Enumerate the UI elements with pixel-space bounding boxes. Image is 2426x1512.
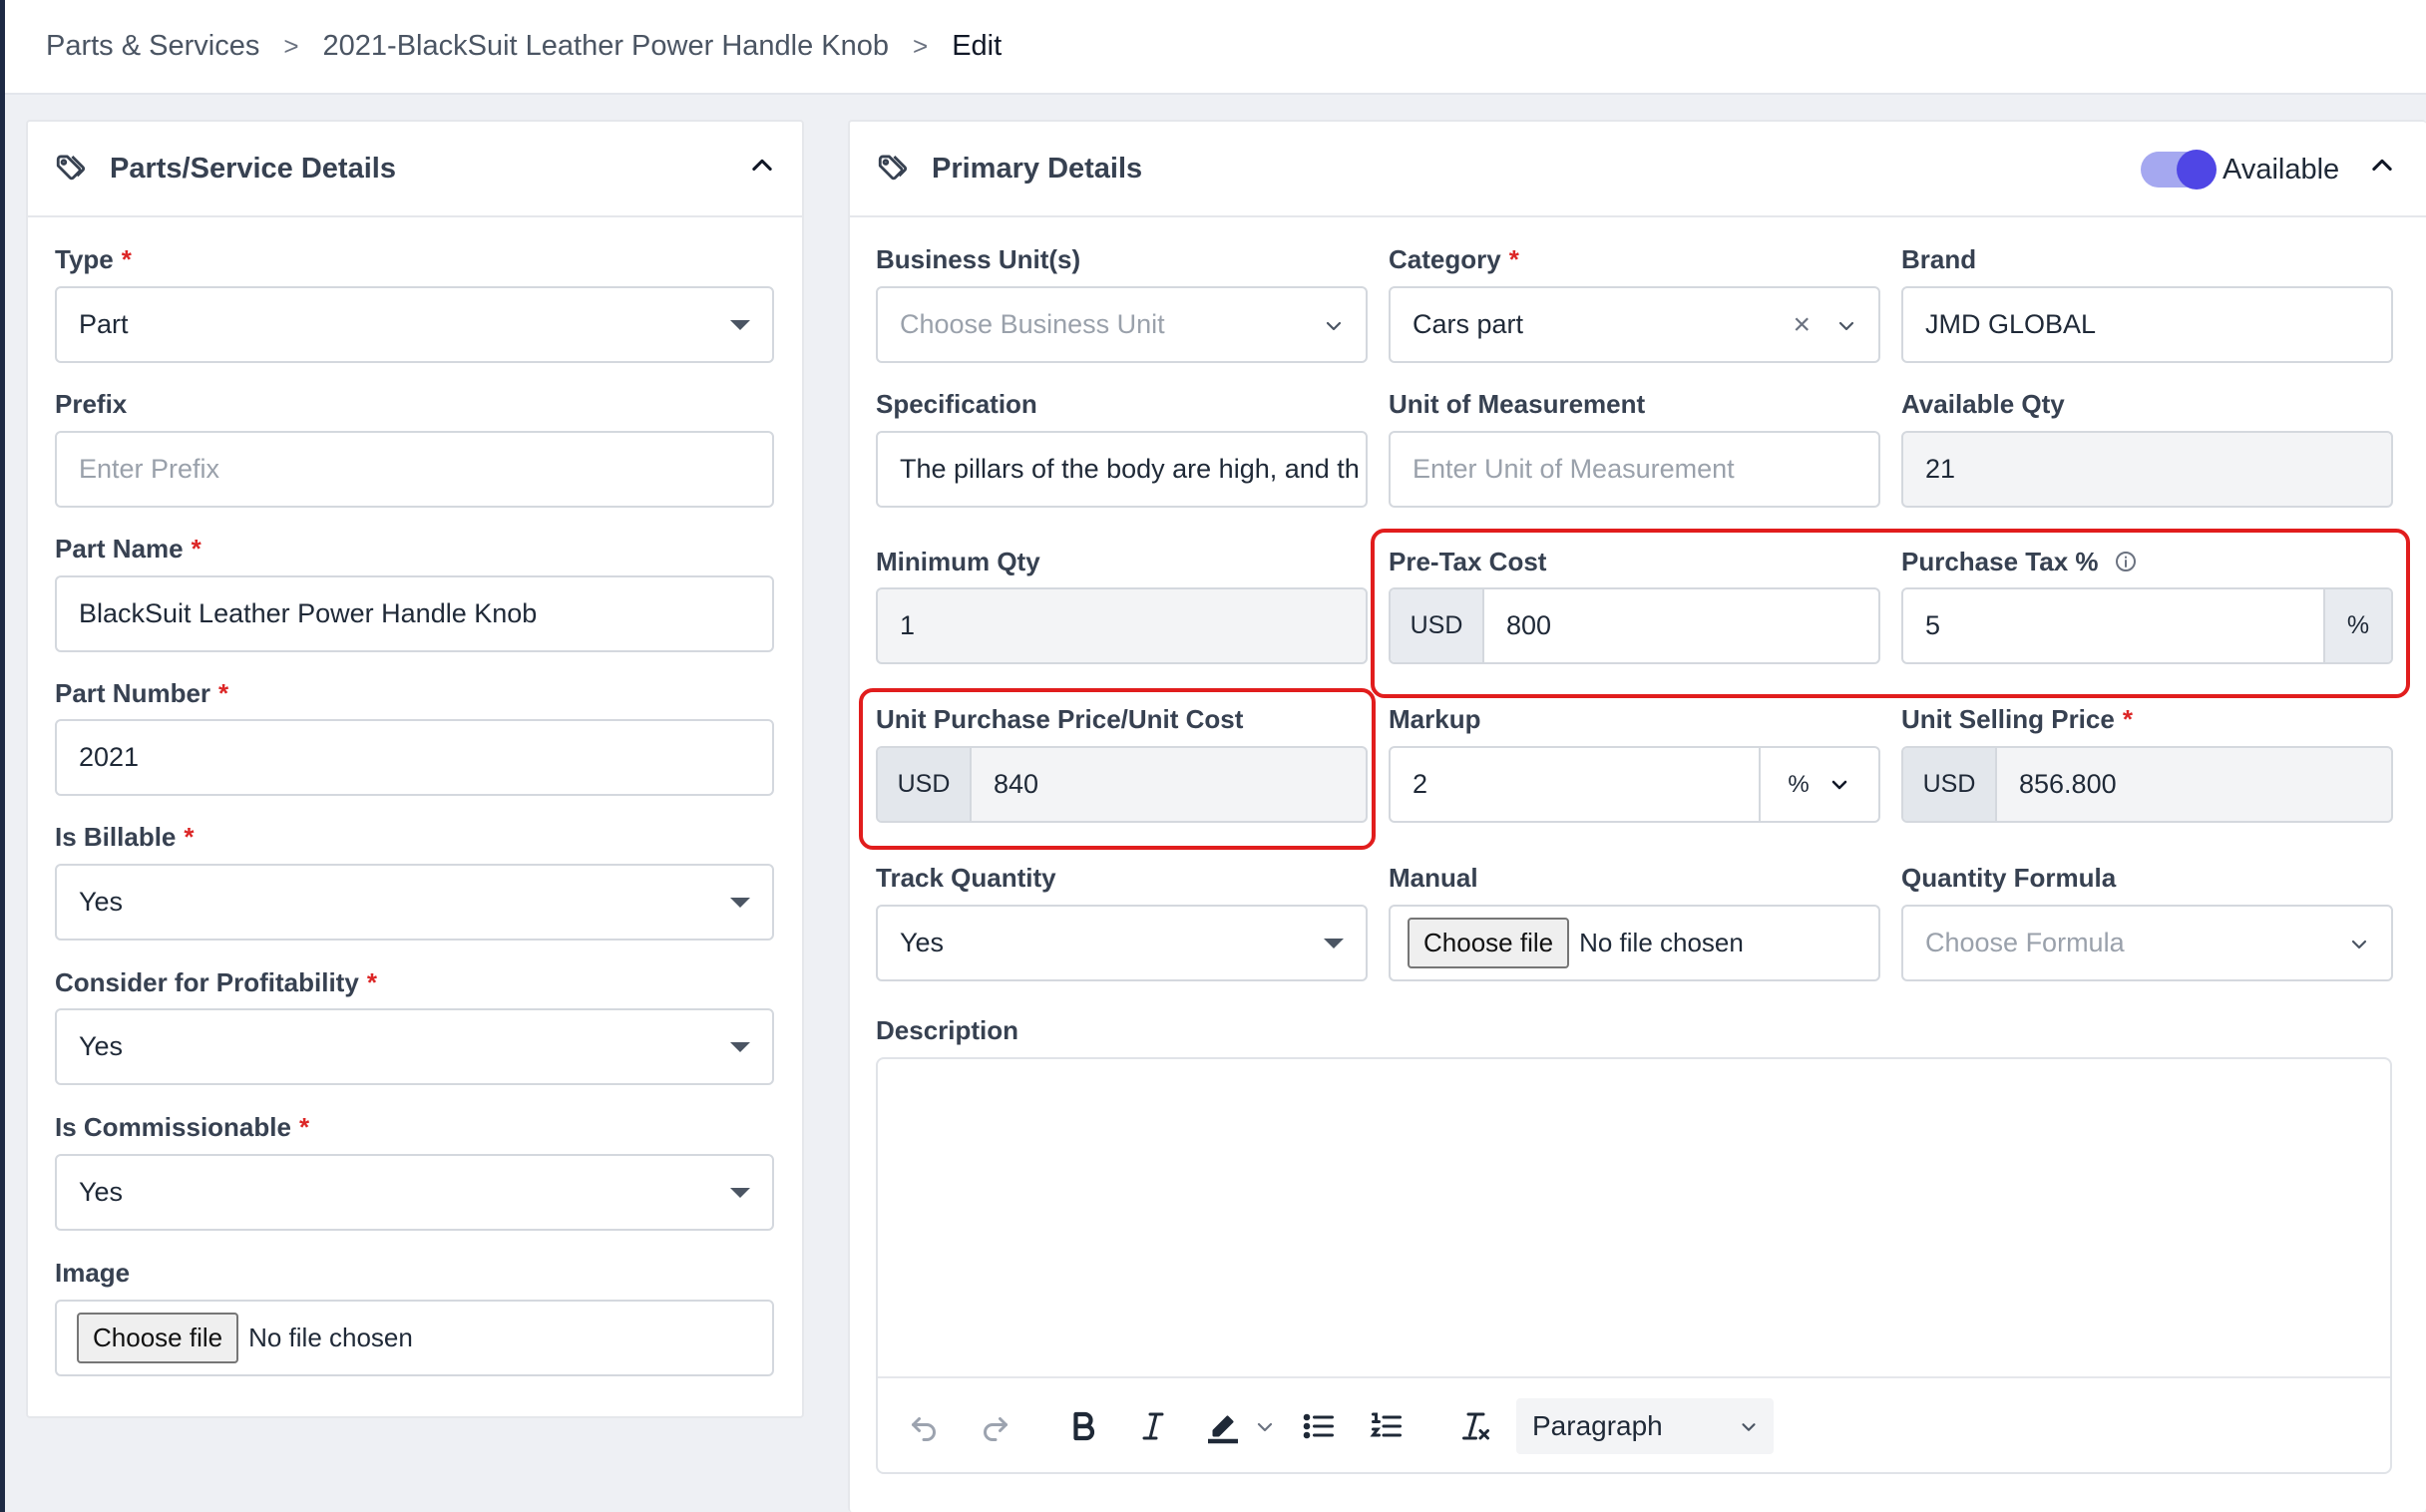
- specification-label: Specification: [876, 389, 1037, 419]
- profitability-label: Consider for Profitability *: [55, 967, 377, 997]
- breadcrumb-parts-services[interactable]: Parts & Services: [46, 30, 259, 63]
- part-number-label: Part Number *: [55, 678, 229, 708]
- clear-formatting-icon[interactable]: [1456, 1408, 1492, 1444]
- paragraph-format-select[interactable]: Paragraph: [1516, 1398, 1774, 1454]
- highlight-icon[interactable]: [1203, 1408, 1243, 1444]
- caret-down-icon: [730, 1042, 750, 1052]
- commissionable-select[interactable]: Yes: [55, 1154, 774, 1231]
- specification-input[interactable]: The pillars of the body are high, and th: [876, 431, 1368, 508]
- card-header: Parts/Service Details: [28, 122, 802, 217]
- available-qty-label: Available Qty: [1901, 389, 2065, 419]
- file-status: No file chosen: [248, 1323, 413, 1352]
- percent-unit: %: [1788, 770, 1810, 798]
- tag-icon: [878, 155, 908, 181]
- description-editor[interactable]: Paragraph: [876, 1057, 2392, 1474]
- is-billable-label: Is Billable *: [55, 822, 195, 852]
- breadcrumb-current-edit: Edit: [952, 30, 1003, 62]
- italic-icon[interactable]: [1135, 1408, 1171, 1444]
- toggle-knob: [2177, 150, 2217, 189]
- is-billable-select[interactable]: Yes: [55, 864, 774, 941]
- description-label: Description: [876, 1015, 1019, 1045]
- type-select[interactable]: Part: [55, 286, 774, 363]
- commissionable-label: Is Commissionable *: [55, 1112, 310, 1142]
- image-label: Image: [55, 1258, 131, 1288]
- available-label: Available: [2223, 154, 2340, 186]
- bullet-list-icon[interactable]: [1301, 1408, 1337, 1444]
- image-file-input[interactable]: Choose file No file chosen: [55, 1300, 774, 1376]
- uom-label: Unit of Measurement: [1389, 389, 1646, 419]
- type-label: Type *: [55, 244, 132, 274]
- track-quantity-select[interactable]: Yes: [876, 905, 1368, 981]
- unit-selling-price-label: Unit Selling Price *: [1901, 704, 2133, 734]
- manual-file-input[interactable]: Choose file No file chosen: [1389, 905, 1880, 981]
- breadcrumb-item-part[interactable]: 2021-BlackSuit Leather Power Handle Knob: [323, 30, 889, 63]
- card-title: Primary Details: [932, 152, 1143, 185]
- breadcrumb-separator: >: [913, 31, 929, 61]
- caret-down-icon: [1324, 939, 1344, 948]
- category-select[interactable]: Cars part ×: [1389, 286, 1880, 363]
- business-unit-label: Business Unit(s): [876, 244, 1081, 274]
- brand-label: Brand: [1901, 244, 1977, 274]
- app-sidebar-edge: [0, 0, 5, 1512]
- chevron-down-icon: [1838, 321, 1854, 331]
- minimum-qty-input: 1: [876, 587, 1368, 664]
- caret-down-icon: [730, 320, 750, 330]
- clear-icon[interactable]: ×: [1793, 308, 1811, 342]
- highlight-annotation-tax: [1371, 529, 2410, 698]
- chevron-down-icon: [1326, 321, 1342, 331]
- markup-input[interactable]: 2 %: [1389, 746, 1880, 823]
- card-title: Parts/Service Details: [110, 152, 396, 185]
- part-number-input[interactable]: 2021: [55, 719, 774, 796]
- caret-down-icon: [730, 1188, 750, 1198]
- chevron-down-icon: [1742, 1423, 1756, 1431]
- choose-file-button[interactable]: Choose file: [1408, 918, 1570, 968]
- track-quantity-label: Track Quantity: [876, 863, 1056, 893]
- manual-label: Manual: [1389, 863, 1478, 893]
- unit-selling-price-input: USD 856.800: [1901, 746, 2393, 823]
- highlight-annotation-unit-cost: [859, 688, 1376, 850]
- undo-icon[interactable]: [906, 1408, 942, 1444]
- collapse-chevron-icon[interactable]: [748, 152, 776, 180]
- breadcrumb-separator: >: [283, 31, 299, 61]
- numbered-list-icon[interactable]: [1369, 1408, 1405, 1444]
- breadcrumb: Parts & Services > 2021-BlackSuit Leathe…: [5, 0, 2426, 95]
- chevron-down-icon: [2351, 940, 2367, 949]
- choose-file-button[interactable]: Choose file: [77, 1313, 239, 1363]
- editor-toolbar: Paragraph: [878, 1376, 2390, 1472]
- prefix-input[interactable]: Enter Prefix: [55, 431, 774, 508]
- highlight-dropdown-icon[interactable]: [1253, 1408, 1277, 1444]
- tag-icon: [56, 155, 86, 181]
- category-label: Category *: [1389, 244, 1519, 274]
- caret-down-icon: [730, 898, 750, 908]
- uom-input[interactable]: Enter Unit of Measurement: [1389, 431, 1880, 508]
- redo-icon[interactable]: [978, 1408, 1013, 1444]
- business-unit-select[interactable]: Choose Business Unit: [876, 286, 1368, 363]
- minimum-qty-label: Minimum Qty: [876, 547, 1040, 576]
- collapse-chevron-icon[interactable]: [2368, 152, 2396, 180]
- currency-addon: USD: [1903, 748, 1997, 821]
- prefix-label: Prefix: [55, 389, 128, 419]
- brand-input[interactable]: JMD GLOBAL: [1901, 286, 2393, 363]
- available-toggle[interactable]: [2141, 150, 2217, 189]
- profitability-select[interactable]: Yes: [55, 1008, 774, 1085]
- available-qty-input: 21: [1901, 431, 2393, 508]
- chevron-down-icon: [1831, 780, 1846, 789]
- markup-label: Markup: [1389, 704, 1481, 734]
- part-name-label: Part Name *: [55, 534, 202, 564]
- bold-icon[interactable]: [1065, 1408, 1101, 1444]
- part-name-input[interactable]: BlackSuit Leather Power Handle Knob: [55, 575, 774, 652]
- markup-unit-select[interactable]: %: [1759, 748, 1878, 821]
- quantity-formula-select[interactable]: Choose Formula: [1901, 905, 2393, 981]
- quantity-formula-label: Quantity Formula: [1901, 863, 2117, 893]
- file-status: No file chosen: [1579, 928, 1744, 957]
